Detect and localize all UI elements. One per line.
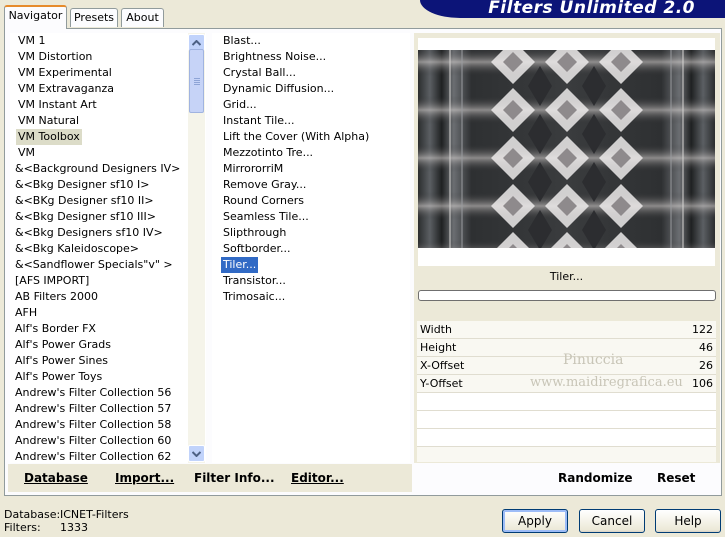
category-item[interactable]: &<BKg Designer sf10 II> [13,193,156,209]
scroll-down-button[interactable] [188,445,205,462]
category-item[interactable]: Alf's Border FX [13,321,98,337]
category-item[interactable]: VM Instant Art [16,97,99,113]
category-item[interactable]: AFH [13,305,39,321]
brand-banner: Filters Unlimited 2.0 [420,0,725,18]
filters-count-label: Filters: [4,521,41,534]
brand-title: Filters Unlimited 2.0 [488,0,695,18]
param-value: 46 [699,341,713,354]
param-label: Y-Offset [420,377,463,390]
category-item[interactable]: &<Bkg Designer sf10 I> [13,177,152,193]
filter-item[interactable]: Crystal Ball... [221,65,298,81]
filter-item[interactable]: Instant Tile... [221,113,297,129]
randomize-button[interactable]: Randomize [558,471,632,485]
filter-name-label: Tiler... [418,266,715,290]
cancel-button[interactable]: Cancel [579,509,645,533]
tab-navigator[interactable]: Navigator [4,5,67,29]
filter-list[interactable]: Blast... Brightness Noise... Crystal Ball.… [212,33,410,463]
reset-button[interactable]: Reset [657,471,695,485]
database-status-label: Database: [4,508,61,521]
import-link[interactable]: Import... [115,471,174,485]
category-item[interactable]: AB Filters 2000 [13,289,100,305]
category-item[interactable]: VM Toolbox [16,129,82,145]
category-item[interactable]: Alf's Power Grads [13,337,113,353]
filter-item[interactable]: Tiler... [221,257,259,273]
database-status-value: ICNET-Filters [60,508,129,521]
help-button[interactable]: Help [655,509,721,533]
filter-item[interactable]: Blast... [221,33,263,49]
category-list[interactable]: VM 1 VM Distortion VM Experimental VM Extra… [10,33,206,463]
category-item[interactable]: &<Bkg Kaleidoscope> [13,241,141,257]
category-item[interactable]: VM Distortion [16,49,94,65]
filter-item[interactable]: Dynamic Diffusion... [221,81,336,97]
editor-link[interactable]: Editor... [291,471,344,485]
filter-item[interactable]: Mezzotinto Tre... [221,145,315,161]
apply-button[interactable]: Apply [502,509,568,533]
category-item[interactable]: &<Sandflower Specials"v" > [13,257,175,273]
param-width[interactable]: Width 122 [417,321,716,339]
category-item[interactable]: Andrew's Filter Collection 62 [13,449,173,463]
category-item[interactable]: Andrew's Filter Collection 60 [13,433,173,449]
param-value: 122 [692,323,713,336]
category-item[interactable]: VM 1 [16,33,48,49]
chevron-up-icon [192,39,201,46]
filter-item[interactable]: Remove Gray... [221,177,308,193]
category-item[interactable]: &<Bkg Designer sf10 III> [13,209,158,225]
category-item[interactable]: Andrew's Filter Collection 58 [13,417,173,433]
filter-item[interactable]: MirrororriM [221,161,285,177]
category-item[interactable]: Alf's Power Toys [13,369,104,385]
filter-item[interactable]: Trimosaic... [221,289,287,305]
progress-bar [418,290,716,301]
preview-image [418,50,715,248]
scroll-thumb[interactable] [189,49,204,113]
chevron-down-icon [192,450,201,457]
category-item[interactable]: VM Experimental [16,65,114,81]
param-empty-row [417,393,716,411]
param-label: Height [420,341,457,354]
filter-item[interactable]: Seamless Tile... [221,209,311,225]
watermark-url: www.maidiregrafica.eu [530,375,683,390]
category-scrollbar[interactable] [188,33,205,463]
filter-item[interactable]: Lift the Cover (With Alpha) [221,129,371,145]
category-item[interactable]: &<Bkg Designers sf10 IV> [13,225,165,241]
category-item[interactable]: VM Extravaganza [16,81,116,97]
filters-count-value: 1333 [60,521,88,534]
category-item[interactable]: Andrew's Filter Collection 56 [13,385,173,401]
watermark-name: Pinuccia [563,352,624,368]
filter-item[interactable]: Slipthrough [221,225,288,241]
category-item[interactable]: Alf's Power Sines [13,353,110,369]
filter-info-link[interactable]: Filter Info... [194,471,275,485]
param-value: 26 [699,359,713,372]
param-empty-row [417,429,716,447]
filter-item[interactable]: Transistor... [221,273,288,289]
param-empty-row [417,411,716,429]
filter-item[interactable]: Grid... [221,97,259,113]
category-item[interactable]: [AFS IMPORT] [13,273,91,289]
tab-presets[interactable]: Presets [70,8,118,27]
category-item[interactable]: VM Natural [16,113,81,129]
filter-item[interactable]: Softborder... [221,241,293,257]
filter-item[interactable]: Brightness Noise... [221,49,328,65]
category-item[interactable]: &<Background Designers IV> [13,161,182,177]
param-value: 106 [692,377,713,390]
category-item[interactable]: Andrew's Filter Collection 57 [13,401,173,417]
tab-about[interactable]: About [121,8,164,27]
param-label: Width [420,323,452,336]
filter-item[interactable]: Round Corners [221,193,306,209]
parameter-table: Width 122 Height 46 X-Offset 26 Y-Offset… [417,321,716,462]
category-item[interactable]: VM [16,145,37,161]
param-label: X-Offset [420,359,465,372]
database-link[interactable]: Database [24,471,88,485]
